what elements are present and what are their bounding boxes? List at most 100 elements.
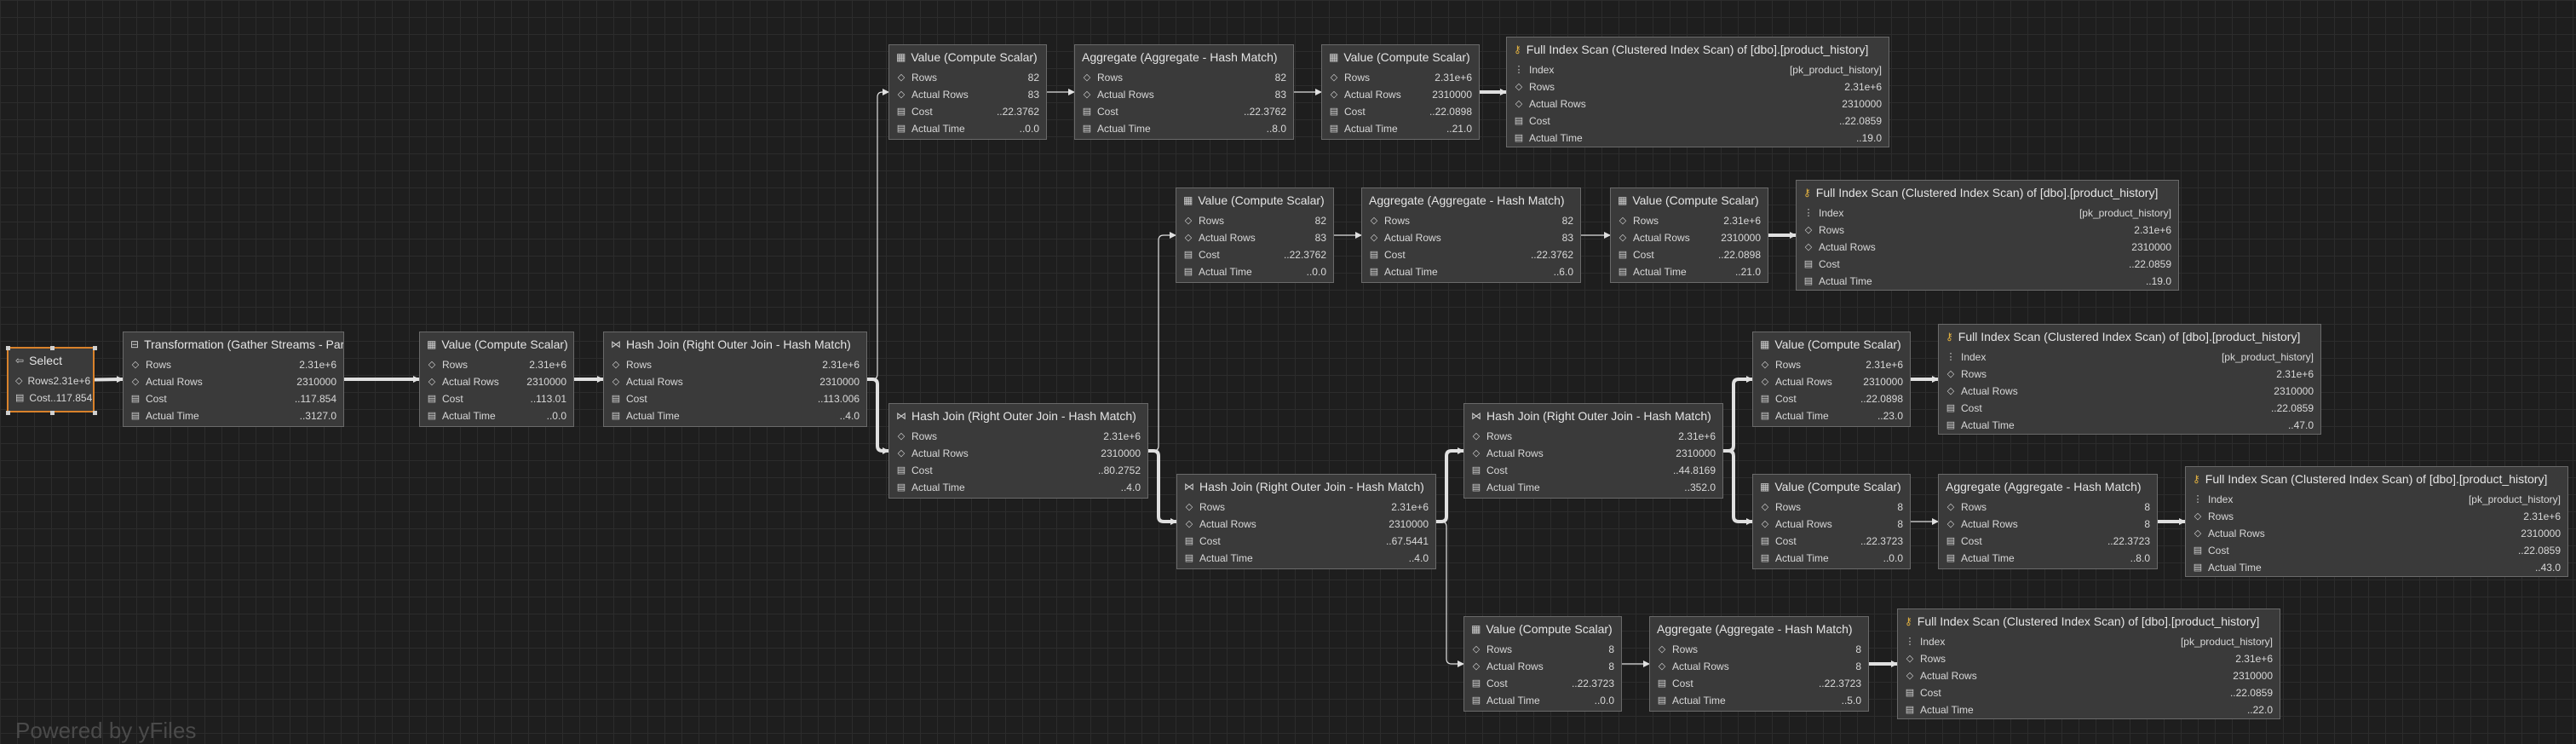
property-value: ..22.0859 — [1838, 115, 1882, 127]
selection-handle[interactable] — [49, 411, 55, 415]
plan-node-agg_e[interactable]: Aggregate (Aggregate - Hash Match) ◇ Rows 8… — [1649, 616, 1869, 712]
property-label: Actual Rows — [911, 89, 969, 101]
plan-node-gather[interactable]: ⊟ Transformation (Gather Streams - Parall… — [123, 332, 344, 427]
property-label: Cost — [1961, 535, 1982, 547]
node-property-row: ◇ Actual Rows 8 — [1753, 516, 1910, 533]
actual-rows-icon: ◇ — [1619, 233, 1627, 243]
property-value: [pk_product_history] — [2468, 493, 2561, 505]
property-label: Rows — [146, 359, 172, 371]
property-label: Actual Time — [1486, 695, 1540, 707]
node-header: Aggregate (Aggregate - Hash Match) — [1939, 475, 2157, 499]
plan-node-cs_e[interactable]: ▦ Value (Compute Scalar) ◇ Rows 8 ◇ Actual Row… — [1463, 616, 1622, 712]
rows-icon: ◇ — [1083, 72, 1091, 83]
property-label: Actual Rows — [1344, 89, 1401, 101]
node-header: ▦ Value (Compute Scalar) — [1753, 475, 1910, 499]
property-value: 8 — [1897, 501, 1903, 513]
selection-handle[interactable] — [93, 411, 97, 415]
plan-node-cs1[interactable]: ▦ Value (Compute Scalar) ◇ Rows 2.31e+6 ◇ Actu… — [419, 332, 574, 427]
node-property-row: ◇ Actual Rows 83 — [1075, 86, 1293, 103]
cost-icon: ▤ — [1183, 250, 1193, 260]
node-property-row: ◇ Rows 8 — [1753, 499, 1910, 516]
plan-node-cs_d[interactable]: ▦ Value (Compute Scalar) ◇ Rows 8 ◇ Actual Row… — [1752, 474, 1911, 569]
plan-node-select[interactable]: ⇦ Select ◇ Rows 2.31e+6 ▤ Cost ..117.854 — [6, 346, 97, 415]
node-property-row: ▤ Actual Time ..8.0 — [1939, 550, 2157, 567]
key-icon: ⚷ — [1803, 187, 1811, 199]
plan-node-hj3[interactable]: ⋈ Hash Join (Right Outer Join - Hash Matc… — [1176, 474, 1436, 569]
property-label: Actual Time — [2208, 562, 2262, 574]
node-property-row: ▤ Cost ..22.3762 — [889, 103, 1046, 120]
plan-node-scan_e[interactable]: ⚷ Full Index Scan (Clustered Index Scan) … — [1897, 608, 2280, 719]
index-icon: ⋮ — [1905, 637, 1915, 647]
property-label: Actual Rows — [1775, 518, 1832, 530]
selection-handle[interactable] — [6, 346, 10, 350]
time-icon: ▤ — [1329, 124, 1339, 134]
transform-icon: ⊟ — [130, 338, 140, 350]
property-label: Cost — [1920, 687, 1941, 699]
cost-icon: ▤ — [130, 394, 141, 404]
node-property-row: ▤ Actual Time ..19.0 — [1507, 130, 1889, 147]
cost-icon: ▤ — [1618, 250, 1628, 260]
node-property-row: ◇ Rows 2.31e+6 — [1322, 69, 1479, 86]
actual-rows-icon: ◇ — [612, 377, 620, 387]
node-property-row: ▤ Cost ..117.854 — [124, 390, 343, 407]
plan-node-agg_d[interactable]: Aggregate (Aggregate - Hash Match) ◇ Rows 8… — [1938, 474, 2158, 569]
plan-node-scan_b[interactable]: ⚷ Full Index Scan (Clustered Index Scan) … — [1796, 180, 2179, 291]
key-icon: ⚷ — [1514, 43, 1521, 55]
plan-edge — [1436, 447, 1464, 523]
property-value: 8 — [1897, 518, 1903, 530]
node-property-row: ▤ Cost ..80.2752 — [889, 462, 1147, 479]
plan-node-agg_a[interactable]: Aggregate (Aggregate - Hash Match) ◇ Rows 8… — [1074, 44, 1294, 140]
property-label: Actual Time — [1961, 552, 2015, 564]
plan-node-cs_b1[interactable]: ▦ Value (Compute Scalar) ◇ Rows 82 ◇ Actual Ro… — [1176, 187, 1334, 283]
plan-node-hj4[interactable]: ⋈ Hash Join (Right Outer Join - Hash Matc… — [1463, 403, 1723, 499]
node-title: Full Index Scan (Clustered Index Scan) o… — [1917, 614, 2260, 628]
node-property-row: ◇ Actual Rows 2310000 — [1939, 383, 2320, 400]
plan-node-hj1[interactable]: ⋈ Hash Join (Right Outer Join - Hash Matc… — [603, 332, 867, 427]
selection-handle[interactable] — [49, 346, 55, 350]
rows-icon: ◇ — [612, 360, 620, 370]
rows-icon: ◇ — [1472, 644, 1481, 655]
property-label: Cost — [1384, 249, 1406, 261]
actual-rows-icon: ◇ — [1906, 671, 1914, 681]
property-value: 2310000 — [526, 376, 566, 388]
plan-node-cs_a1[interactable]: ▦ Value (Compute Scalar) ◇ Rows 82 ◇ Actual Ro… — [888, 44, 1047, 140]
plan-node-scan_a[interactable]: ⚷ Full Index Scan (Clustered Index Scan) … — [1506, 37, 1889, 147]
plan-node-cs_b2[interactable]: ▦ Value (Compute Scalar) ◇ Rows 2.31e+6 ◇ Actu… — [1610, 187, 1768, 283]
selection-handle[interactable] — [6, 411, 10, 415]
property-label: Actual Time — [1344, 123, 1398, 135]
plan-node-scan_c[interactable]: ⚷ Full Index Scan (Clustered Index Scan) … — [1938, 324, 2321, 435]
node-property-row: ▤ Cost ..22.0859 — [2186, 542, 2567, 559]
property-label: Actual Time — [911, 482, 965, 493]
plan-node-cs_c[interactable]: ▦ Value (Compute Scalar) ◇ Rows 2.31e+6 ◇ Actu… — [1752, 332, 1911, 427]
plan-node-cs_a2[interactable]: ▦ Value (Compute Scalar) ◇ Rows 2.31e+6 ◇ Actu… — [1321, 44, 1480, 140]
join-icon: ⋈ — [1184, 481, 1194, 493]
property-value: 2.31e+6 — [1435, 72, 1472, 84]
actual-rows-icon: ◇ — [2194, 528, 2202, 539]
key-icon: ⚷ — [1946, 331, 1953, 343]
property-value: 2.31e+6 — [2523, 510, 2561, 522]
selection-handle[interactable] — [93, 346, 97, 350]
property-label: Cost — [1819, 258, 1840, 270]
property-label: Cost — [1633, 249, 1654, 261]
property-value: [pk_product_history] — [2079, 207, 2171, 219]
plan-node-hj2[interactable]: ⋈ Hash Join (Right Outer Join - Hash Matc… — [888, 403, 1148, 499]
node-title: Value (Compute Scalar) — [911, 50, 1038, 64]
property-label: Actual Rows — [146, 376, 203, 388]
plan-node-agg_b[interactable]: Aggregate (Aggregate - Hash Match) ◇ Rows 8… — [1361, 187, 1581, 283]
plan-edge — [1436, 521, 1464, 667]
property-label: Rows — [1097, 72, 1124, 84]
plan-node-scan_d[interactable]: ⚷ Full Index Scan (Clustered Index Scan) … — [2185, 466, 2568, 577]
property-label: Actual Rows — [626, 376, 683, 388]
property-value: ..47.0 — [2287, 419, 2314, 431]
node-header: ⚷ Full Index Scan (Clustered Index Scan) … — [1939, 325, 2320, 349]
property-label: Actual Rows — [1199, 518, 1256, 530]
node-property-row: ◇ Actual Rows 8 — [1650, 658, 1868, 675]
node-property-row: ▤ Actual Time ..22.0 — [1898, 701, 2280, 718]
actual-rows-icon: ◇ — [428, 377, 436, 387]
rows-icon: ◇ — [1330, 72, 1338, 83]
node-property-row: ▤ Actual Time ..21.0 — [1322, 120, 1479, 137]
property-value: 2.31e+6 — [2235, 653, 2273, 665]
node-property-row: ▤ Actual Time ..0.0 — [1176, 263, 1333, 280]
node-title: Full Index Scan (Clustered Index Scan) o… — [2205, 472, 2548, 486]
property-value: ..3127.0 — [299, 410, 336, 422]
